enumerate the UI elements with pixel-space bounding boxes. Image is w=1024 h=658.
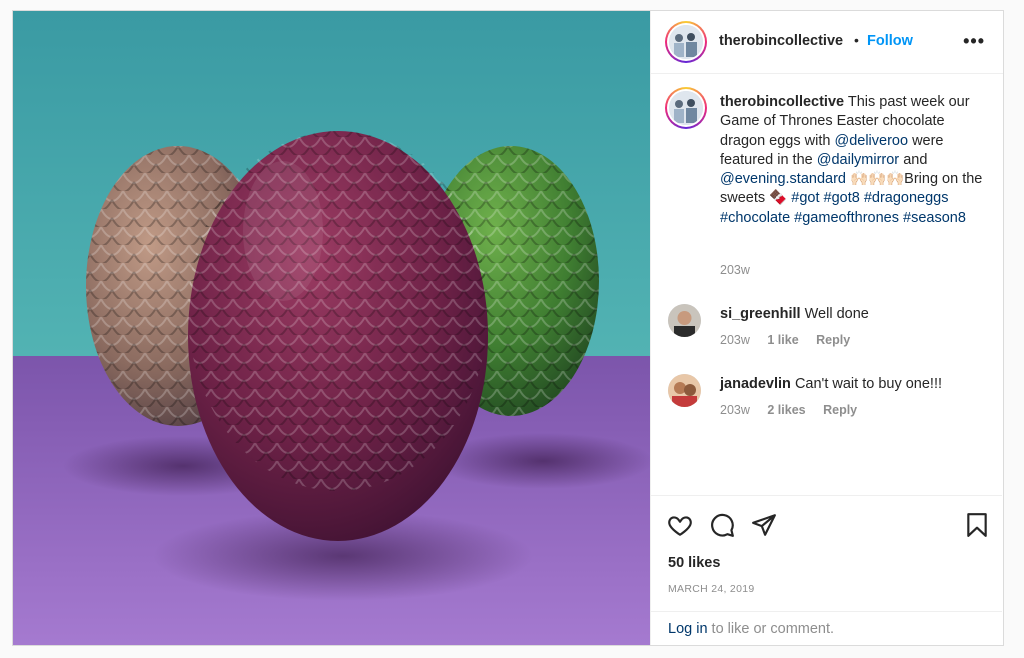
caption-avatar — [669, 91, 703, 125]
login-text: to like or comment. — [711, 621, 835, 637]
comment-username[interactable]: si_greenhill — [720, 306, 801, 322]
comment-meta: 203w 2 likes Reply — [720, 403, 871, 417]
comment-age[interactable]: 203w — [720, 403, 750, 417]
clapping-emoji: 🙌🏻🙌🏻🙌🏻 — [850, 171, 905, 188]
post-photo[interactable] — [13, 11, 650, 645]
comment-likes[interactable]: 2 likes — [767, 403, 805, 417]
caption-text-3: and — [903, 151, 928, 168]
caption-username[interactable]: therobincollective — [720, 94, 844, 110]
mention-deliveroo[interactable]: @deliveroo — [834, 133, 908, 149]
heart-icon[interactable] — [667, 512, 693, 543]
reply-button[interactable]: Reply — [816, 333, 850, 347]
commenter-avatar[interactable] — [668, 374, 701, 407]
comment-item: janadevlin Can't wait to buy one!!! — [720, 376, 942, 392]
comment-username[interactable]: janadevlin — [720, 376, 791, 392]
commenter-avatar[interactable] — [668, 304, 701, 337]
hashtag[interactable]: #got8 — [824, 190, 860, 206]
caption-meta: 203w — [720, 263, 764, 277]
hashtag[interactable]: #season8 — [903, 210, 966, 226]
separator-dot: • — [854, 32, 859, 48]
avatar-photo-icon — [668, 374, 701, 407]
post-actions: 50 likes MARCH 24, 2019 — [651, 495, 1002, 612]
hashtag[interactable]: #gameofthrones — [794, 210, 899, 226]
avatar-photo-icon — [669, 91, 703, 125]
avatar-photo-icon — [669, 25, 703, 59]
instagram-post: therobincollective • Follow ••• therobin… — [12, 10, 1004, 646]
dragon-eggs-image — [13, 11, 650, 645]
bookmark-icon[interactable] — [965, 512, 989, 543]
likes-count[interactable]: 50 likes — [668, 555, 720, 571]
author-username[interactable]: therobincollective — [719, 33, 843, 49]
comment-icon[interactable] — [709, 512, 735, 543]
comment-age[interactable]: 203w — [720, 333, 750, 347]
caption-age[interactable]: 203w — [720, 263, 750, 277]
mention-evening-standard[interactable]: @evening.standard — [720, 171, 846, 187]
follow-button[interactable]: Follow — [867, 33, 913, 49]
avatar-photo-icon — [668, 304, 701, 337]
comment-body: Can't wait to buy one!!! — [794, 376, 942, 392]
post-date[interactable]: MARCH 24, 2019 — [668, 583, 755, 595]
mention-dailymirror[interactable]: @dailymirror — [817, 152, 899, 168]
post-caption: therobincollective This past week our Ga… — [720, 93, 985, 228]
login-prompt: Log in to like or comment. — [651, 611, 1002, 645]
comments-section: therobincollective This past week our Ga… — [651, 73, 1002, 495]
comment-likes[interactable]: 1 like — [767, 333, 798, 347]
comment-body: Well done — [804, 306, 869, 322]
share-icon[interactable] — [751, 512, 777, 543]
post-sidebar: therobincollective • Follow ••• therobin… — [650, 11, 1003, 645]
reply-button[interactable]: Reply — [823, 403, 857, 417]
story-ring[interactable] — [665, 21, 707, 63]
comment-meta: 203w 1 like Reply — [720, 333, 864, 347]
hashtag[interactable]: #chocolate — [720, 210, 790, 226]
login-link[interactable]: Log in — [668, 621, 708, 637]
post-header: therobincollective • Follow ••• — [651, 11, 1003, 74]
caption-story-ring[interactable] — [665, 87, 707, 129]
comment-item: si_greenhill Well done — [720, 306, 869, 322]
author-avatar — [669, 25, 703, 59]
more-options-icon[interactable]: ••• — [963, 31, 985, 52]
hashtag[interactable]: #got — [791, 190, 819, 206]
hashtag[interactable]: #dragoneggs — [864, 190, 949, 206]
